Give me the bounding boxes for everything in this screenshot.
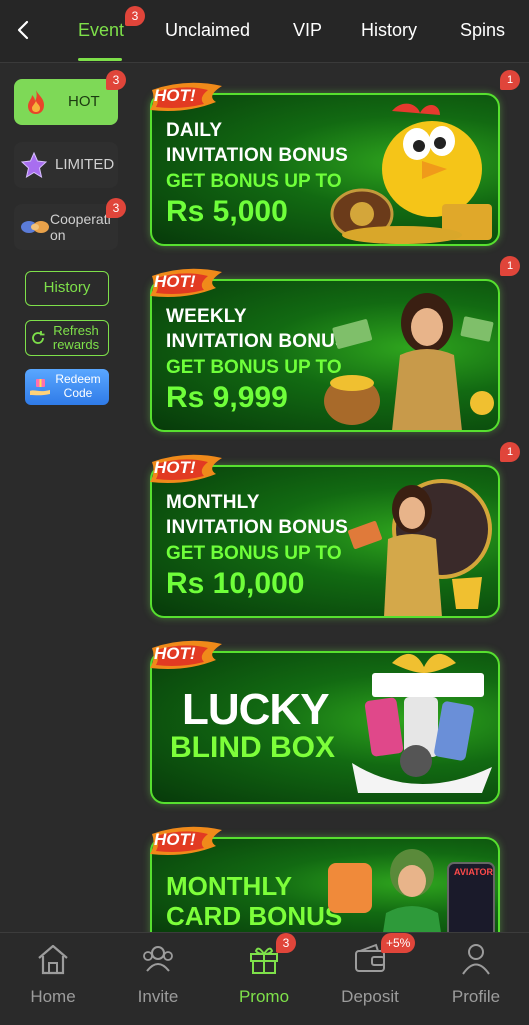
active-tab-indicator xyxy=(78,58,122,61)
flame-icon xyxy=(28,90,44,114)
nav-invite[interactable]: Invite xyxy=(113,941,203,1007)
redeem-code-label: Redeem Code xyxy=(55,372,101,400)
star-icon xyxy=(20,151,48,179)
banner-title-1: WEEKLY xyxy=(166,306,247,327)
refresh-rewards-label: Refresh rewards xyxy=(52,323,100,352)
banner-title-1: DAILY xyxy=(166,120,223,141)
nav-deposit-badge: +5% xyxy=(381,933,416,953)
banner-subtitle: GET BONUS UP TO xyxy=(166,357,342,378)
aviator-label: AVIATOR xyxy=(454,867,494,877)
woman-money-icon xyxy=(324,293,494,430)
sidebar-hot-badge: 3 xyxy=(106,70,126,90)
redeem-code-button[interactable]: Redeem Code xyxy=(25,369,109,405)
refresh-rewards-button[interactable]: Refresh rewards xyxy=(25,320,109,356)
banner-subtitle: GET BONUS UP TO xyxy=(166,543,342,564)
banner-title-1: MONTHLY xyxy=(166,492,260,513)
woman-roulette-icon xyxy=(348,479,492,616)
banner-title-2: CARD BONUS xyxy=(166,901,343,931)
tab-unclaimed[interactable]: Unclaimed xyxy=(165,20,250,41)
invite-icon xyxy=(143,946,173,972)
lucky-blind-box-banner[interactable]: LUCKY BLIND BOX xyxy=(150,651,500,804)
tab-history[interactable]: History xyxy=(361,20,417,41)
banner-subtitle: GET BONUS UP TO xyxy=(166,171,342,192)
nav-label: Profile xyxy=(451,987,501,1006)
aviator-pilot-icon xyxy=(328,849,495,937)
sidebar-item-label: HOT xyxy=(68,93,100,110)
history-button[interactable]: History xyxy=(25,271,109,306)
tab-vip[interactable]: VIP xyxy=(293,20,322,41)
sidebar-item-limited[interactable]: LIMITED xyxy=(14,142,118,188)
banner-amount: Rs 10,000 xyxy=(166,567,305,600)
banner-badge: 1 xyxy=(500,70,520,90)
nav-label: Invite xyxy=(137,987,179,1006)
banner-title-2: INVITATION BONUS xyxy=(166,145,348,166)
back-arrow-icon[interactable] xyxy=(12,18,36,42)
nav-promo[interactable]: Promo xyxy=(219,941,309,1007)
tab-event[interactable]: Event xyxy=(78,20,124,41)
nav-promo-badge: 3 xyxy=(276,933,296,953)
tab-event-badge: 3 xyxy=(125,6,145,26)
hand-gift-icon xyxy=(30,379,50,396)
sidebar-cooperation-badge: 3 xyxy=(106,198,126,218)
nav-label: Home xyxy=(30,987,76,1006)
banner-badge: 1 xyxy=(500,442,520,462)
profile-icon xyxy=(462,944,490,975)
banner-amount: Rs 9,999 xyxy=(166,381,288,414)
nav-label: Deposit xyxy=(341,987,399,1006)
daily-invitation-banner[interactable]: DAILY INVITATION BONUS GET BONUS UP TO R… xyxy=(150,93,500,246)
sidebar-item-hot[interactable]: HOT xyxy=(14,79,118,125)
sidebar-item-cooperation[interactable]: Cooperation xyxy=(14,204,118,250)
banner-title-2: INVITATION BONUS xyxy=(166,517,348,538)
banner-amount: Rs 5,000 xyxy=(166,195,288,228)
hot-tag-label: HOT! xyxy=(154,458,196,477)
nav-profile[interactable]: Profile xyxy=(431,941,521,1007)
bottom-navigation: Home Invite Promo 3 Deposit +5% Profile xyxy=(0,932,529,1025)
banner-title-1: MONTHLY xyxy=(166,871,293,901)
hot-tag-label: HOT! xyxy=(154,272,196,291)
top-tab-bar: Event 3 Unclaimed VIP History Spins xyxy=(0,0,529,63)
banner-title-2: INVITATION BONUS xyxy=(166,331,348,352)
weekly-invitation-banner[interactable]: WEEKLY INVITATION BONUS GET BONUS UP TO … xyxy=(150,279,500,432)
hot-tag-label: HOT! xyxy=(154,830,196,849)
gift-box-phones-icon xyxy=(352,653,492,793)
rooster-coins-icon xyxy=(330,103,492,244)
handshake-icon xyxy=(21,221,49,233)
banner-badge: 1 xyxy=(500,256,520,276)
hot-tag-label: HOT! xyxy=(154,644,196,663)
nav-home[interactable]: Home xyxy=(8,941,98,1007)
monthly-invitation-banner[interactable]: MONTHLY INVITATION BONUS GET BONUS UP TO… xyxy=(150,465,500,618)
banner-title-1: LUCKY xyxy=(182,685,330,734)
home-icon xyxy=(38,944,68,975)
refresh-icon xyxy=(32,331,45,344)
banner-title-2: BLIND BOX xyxy=(170,731,335,764)
hot-tag-label: HOT! xyxy=(154,86,196,105)
nav-label: Promo xyxy=(238,987,290,1006)
tab-spins[interactable]: Spins xyxy=(460,20,505,41)
sidebar-item-label: LIMITED xyxy=(55,156,115,173)
